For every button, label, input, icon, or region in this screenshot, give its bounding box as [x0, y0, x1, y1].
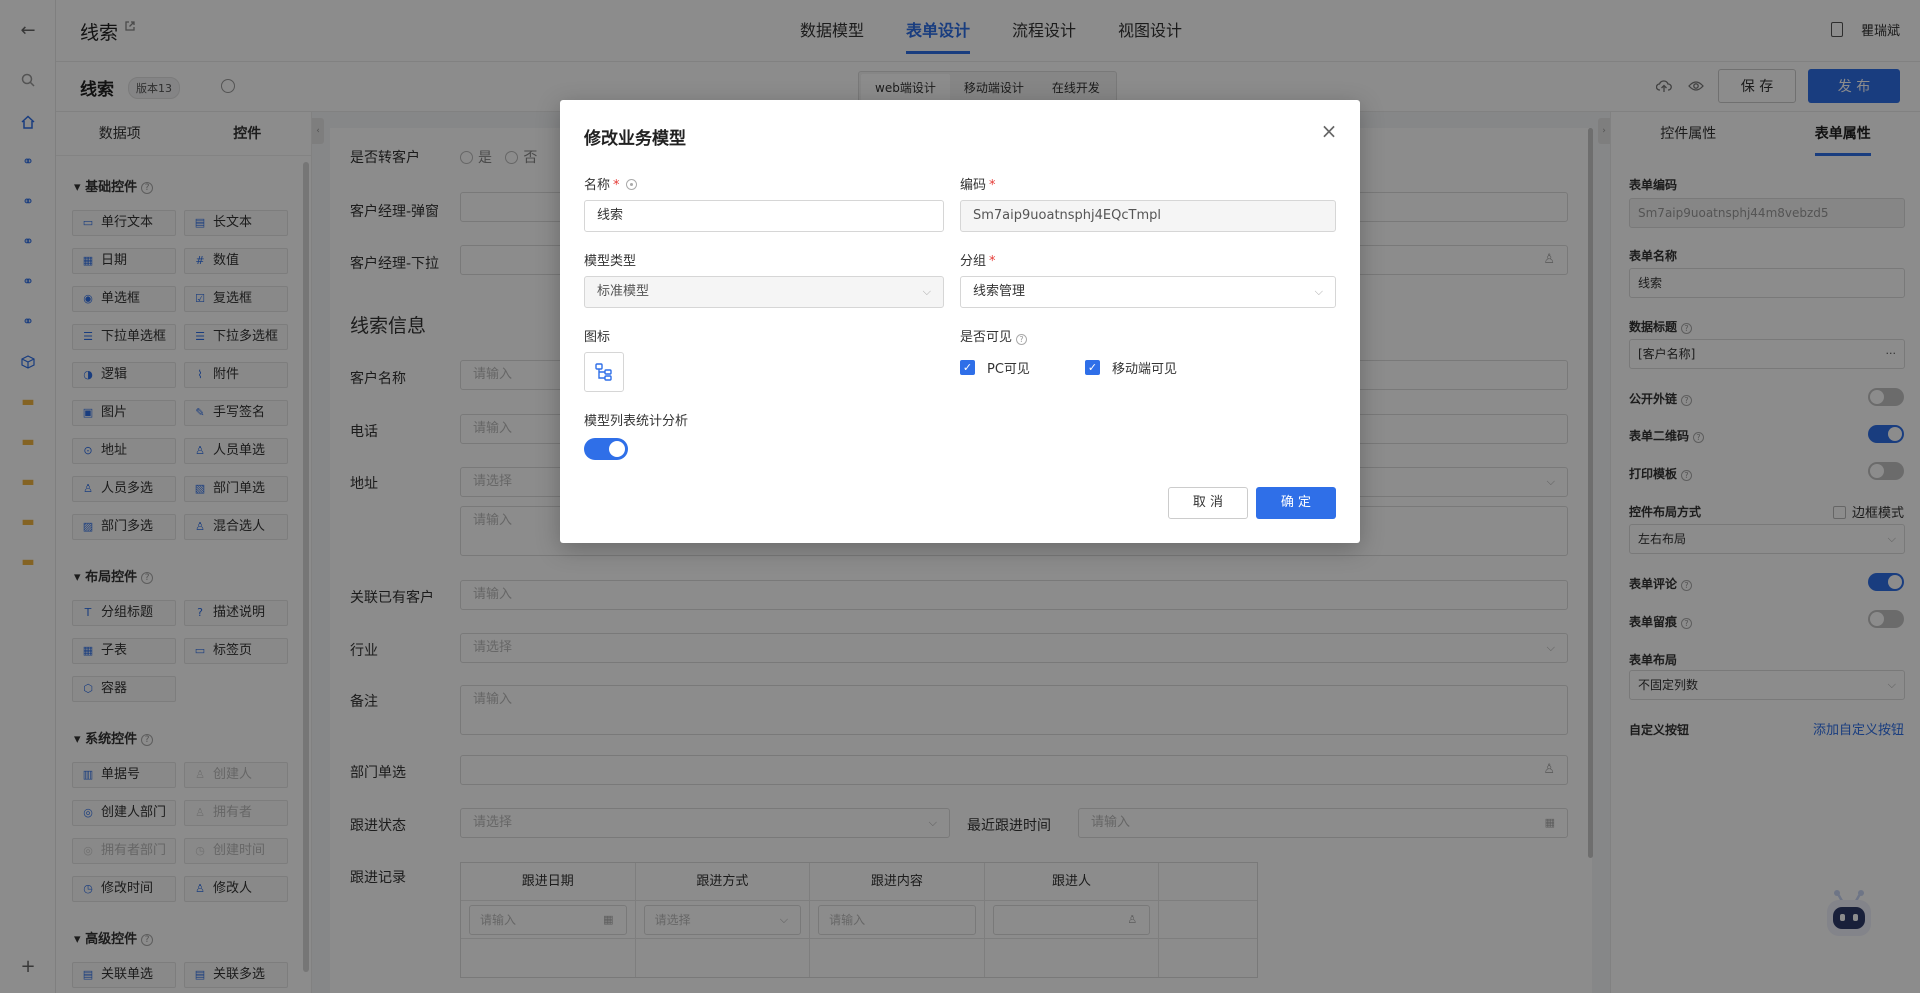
icon-picker[interactable]	[584, 352, 624, 392]
stats-toggle[interactable]	[584, 438, 628, 460]
code-input: Sm7aip9uoatnsphj4EQcTmpl	[960, 200, 1336, 232]
check-icon: ✓	[1085, 360, 1100, 375]
visible-label: 是否可见?	[960, 326, 1028, 345]
mobile-visible-label: 移动端可见	[1112, 362, 1178, 377]
code-label: 编码 *	[960, 178, 996, 193]
group-value: 线索管理	[973, 284, 1026, 299]
tree-structure-icon	[595, 363, 612, 381]
close-icon[interactable]: ×	[1320, 121, 1338, 141]
pc-visible-checkbox[interactable]: ✓ PC可见	[960, 358, 1030, 377]
info-icon	[625, 179, 637, 190]
chevron-down-icon: ⌵	[922, 285, 931, 298]
edit-business-model-dialog: 修改业务模型 × 名称 * 线索 编码 * Sm7aip9uoatnsphj4EQc…	[560, 100, 1360, 543]
icon-label: 图标	[584, 330, 611, 345]
check-icon: ✓	[960, 360, 975, 375]
group-select[interactable]: 线索管理 ⌵	[960, 276, 1336, 308]
pc-visible-label: PC可见	[987, 362, 1030, 377]
confirm-button[interactable]: 确 定	[1256, 487, 1336, 519]
group-label: 分组 *	[960, 254, 996, 269]
model-type-value: 标准模型	[597, 284, 650, 299]
stats-label: 模型列表统计分析	[584, 414, 689, 429]
cancel-button[interactable]: 取 消	[1168, 487, 1248, 519]
dialog-title: 修改业务模型	[584, 129, 686, 149]
model-type-select: 标准模型 ⌵	[584, 276, 944, 308]
name-label: 名称 *	[584, 174, 637, 193]
chevron-down-icon: ⌵	[1314, 285, 1323, 298]
model-type-label: 模型类型	[584, 254, 637, 269]
mobile-visible-checkbox[interactable]: ✓ 移动端可见	[1085, 358, 1177, 377]
name-input[interactable]: 线索	[584, 200, 944, 232]
